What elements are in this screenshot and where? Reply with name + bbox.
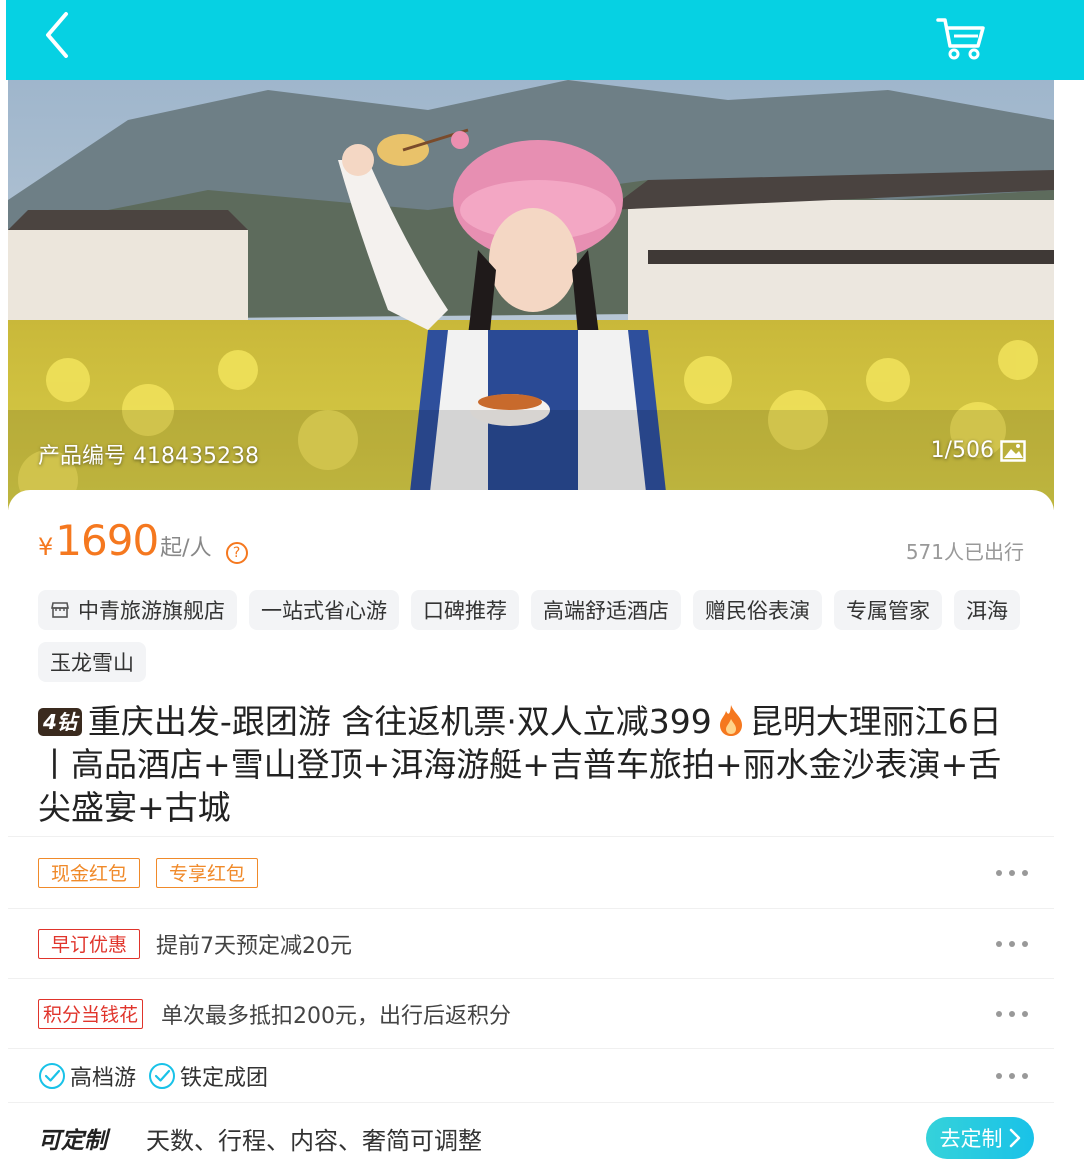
chevron-left-icon xyxy=(46,12,68,58)
promotion-text: 提前7天预定减20元 xyxy=(156,933,353,959)
price-block: ¥ 1690 起/人 ? xyxy=(38,516,248,565)
more-dots-icon[interactable] xyxy=(996,1072,1028,1079)
guarantee-row[interactable]: 高档游 铁定成团 xyxy=(8,1048,1054,1102)
more-dots-icon[interactable] xyxy=(996,869,1028,876)
guarantee-label: 高档游 xyxy=(70,1065,137,1091)
question-circle-icon[interactable]: ? xyxy=(225,542,248,564)
photo-counter: 1/506 xyxy=(931,438,1026,463)
check-circle-icon xyxy=(39,1062,65,1089)
tag-item: 口碑推荐 xyxy=(411,590,519,630)
tag-item: 专属管家 xyxy=(834,590,942,630)
flame-icon xyxy=(719,705,742,736)
tag-item: 一站式省心游 xyxy=(249,590,399,630)
tag-store[interactable]: 中青旅游旗舰店 xyxy=(38,590,237,630)
promotion-tag: 早订优惠 xyxy=(38,928,141,959)
store-icon xyxy=(51,602,69,618)
tag-item: 高端舒适酒店 xyxy=(531,590,681,630)
customize-description: 天数、行程、内容、奢简可调整 xyxy=(146,1127,482,1155)
customize-button[interactable]: 去定制 xyxy=(926,1117,1034,1159)
customize-button-label: 去定制 xyxy=(939,1127,1003,1151)
tag-label: 中青旅游旗舰店 xyxy=(78,599,225,623)
product-title: 4钻 重庆出发-跟团游 含往返机票·双人立减399 昆明大理丽江6日丨高品酒店+雪山… xyxy=(38,700,1028,829)
more-dots-icon[interactable] xyxy=(996,1010,1028,1017)
image-icon xyxy=(1000,439,1026,462)
price-unit: 起/人 xyxy=(160,536,212,561)
tag-item: 赠民俗表演 xyxy=(693,590,822,630)
tag-item: 玉龙雪山 xyxy=(38,642,146,682)
coupon-row[interactable]: 现金红包 专享红包 xyxy=(8,836,1054,908)
guarantee-label: 铁定成团 xyxy=(180,1065,269,1091)
coupon-tag[interactable]: 现金红包 xyxy=(38,857,141,888)
more-dots-icon[interactable] xyxy=(996,940,1028,947)
top-nav-bar xyxy=(6,0,1084,80)
product-photo-gallery[interactable]: 产品编号 418435238 1/506 xyxy=(8,80,1054,510)
title-part-1: 重庆出发-跟团游 含往返机票·双人立减399 xyxy=(87,702,712,741)
product-detail-card: ¥ 1690 起/人 ? 571人已出行 中青旅游旗舰店 一站式省心游 口碑推荐… xyxy=(8,490,1054,1170)
promotion-tag: 积分当钱花 xyxy=(38,998,144,1029)
price-currency: ¥ xyxy=(38,533,54,561)
customize-row: 可定制 天数、行程、内容、奢简可调整 去定制 xyxy=(8,1102,1054,1170)
photo-counter-text: 1/506 xyxy=(930,438,994,463)
chevron-right-icon xyxy=(1009,1128,1020,1148)
check-circle-icon xyxy=(149,1062,176,1089)
cart-button[interactable] xyxy=(934,14,988,62)
tag-item: 洱海 xyxy=(954,590,1020,630)
price-value: 1690 xyxy=(55,516,159,565)
product-tags: 中青旅游旗舰店 一站式省心游 口碑推荐 高端舒适酒店 赠民俗表演 专属管家 洱海… xyxy=(38,590,1038,682)
product-id-label: 产品编号 418435238 xyxy=(38,444,259,469)
customize-logo: 可定制 xyxy=(38,1128,107,1154)
promotion-text: 单次最多抵扣200元，出行后返积分 xyxy=(161,1003,512,1029)
coupon-tag[interactable]: 专享红包 xyxy=(156,857,259,888)
promotion-row[interactable]: 早订优惠 提前7天预定减20元 xyxy=(8,908,1054,978)
diamond-rating-badge: 4钻 xyxy=(38,708,82,736)
cart-icon xyxy=(936,18,985,60)
travelers-count: 571人已出行 xyxy=(905,540,1024,564)
promotion-row[interactable]: 积分当钱花 单次最多抵扣200元，出行后返积分 xyxy=(8,978,1054,1048)
back-button[interactable] xyxy=(36,8,80,58)
